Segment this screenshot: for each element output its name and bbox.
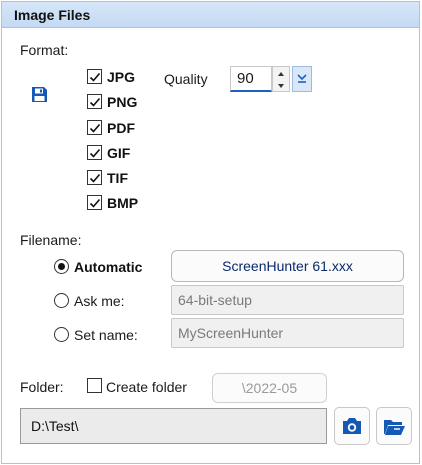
browse-folder-button[interactable] [376,407,412,445]
subfolder-button[interactable]: \2022-05 [212,373,327,403]
filename-label: Filename: [20,232,82,248]
checkbox-gif[interactable] [87,145,102,160]
quality-spinner [272,66,290,92]
camera-folder-button[interactable] [334,407,370,445]
spin-down-button[interactable] [273,79,289,91]
quality-input[interactable]: 90 [230,66,272,92]
folder-label: Folder: [20,379,64,395]
automatic-name-button[interactable]: ScreenHunter 61.xxx [171,250,404,282]
checkbox-png[interactable] [87,94,102,109]
checkbox-jpg-label: JPG [107,69,136,85]
floppy-disk-icon[interactable] [31,86,48,106]
chevron-down-bar-icon [297,74,307,83]
checkbox-jpg[interactable] [87,69,102,84]
radio-set-name-label: Set name: [74,327,138,343]
checkbox-png-label: PNG [107,94,138,110]
checkbox-bmp-label: BMP [107,195,139,211]
folder-open-icon [384,420,405,435]
radio-automatic-label: Automatic [74,259,143,275]
set-name-field[interactable]: MyScreenHunter [171,318,404,348]
radio-ask-me[interactable] [54,293,69,308]
radio-set-name[interactable] [54,327,69,342]
checkbox-pdf-label: PDF [107,120,135,136]
panel-title: Image Files [14,7,91,23]
create-folder-checkbox[interactable] [87,378,102,393]
checkbox-bmp[interactable] [87,195,102,210]
checkbox-tif-label: TIF [107,170,128,186]
spin-up-button[interactable] [273,67,289,79]
radio-ask-me-label: Ask me: [74,293,125,309]
ask-me-field[interactable]: 64-bit-setup [171,285,404,315]
panel-header: Image Files [2,2,419,28]
checkbox-gif-label: GIF [107,145,131,161]
create-folder-label: Create folder [106,379,187,395]
quality-label: Quality [164,71,208,87]
folder-path-field[interactable]: D:\Test\ [20,408,327,444]
checkbox-pdf[interactable] [87,120,102,135]
camera-icon [343,418,361,434]
quality-dropdown-button[interactable] [292,66,312,92]
checkbox-tif[interactable] [87,170,102,185]
radio-automatic[interactable] [54,259,69,274]
caret-down-icon [278,84,284,88]
format-label: Format: [20,42,69,58]
